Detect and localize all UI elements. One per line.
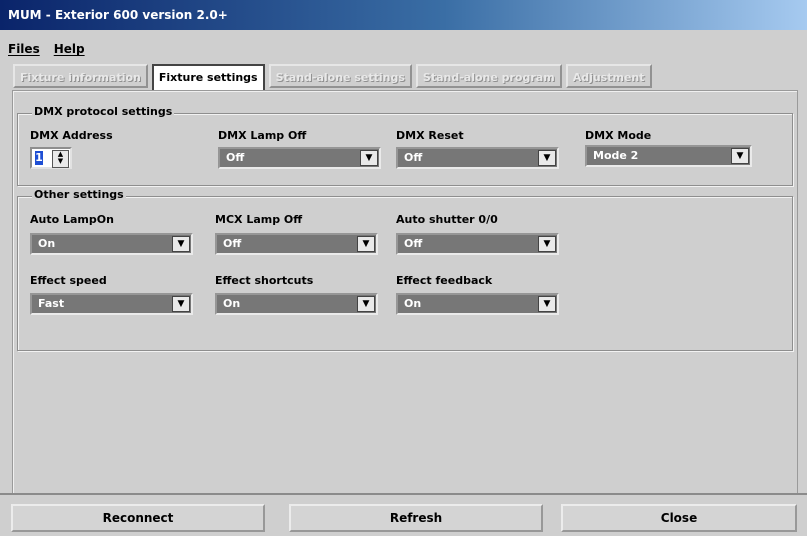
tab-adjustment[interactable]: Adjustment: [565, 64, 652, 88]
auto-shutter-value: Off: [404, 237, 423, 250]
dmx-address-spinner[interactable]: 1 ▲ ▼: [30, 147, 72, 169]
dmx-address-value: 1: [35, 151, 43, 165]
chevron-down-icon[interactable]: ▼: [731, 148, 749, 164]
tab-panel: DMX protocol settings DMX Address 1 ▲ ▼ D…: [12, 90, 798, 512]
dmx-mode-value: Mode 2: [593, 149, 639, 162]
other-group-label: Other settings: [32, 188, 126, 201]
chevron-down-icon[interactable]: ▼: [357, 236, 375, 252]
dmx-lamp-off-label: DMX Lamp Off: [218, 129, 307, 142]
effect-shortcuts-select[interactable]: On ▼: [215, 293, 378, 315]
auto-shutter-label: Auto shutter 0/0: [396, 213, 498, 226]
tab-fixture-settings[interactable]: Fixture settings: [151, 64, 265, 91]
main-window: Files Help Fixture information Fixture s…: [0, 30, 807, 536]
auto-lamp-label: Auto LampOn: [30, 213, 114, 226]
chevron-down-icon[interactable]: ▼: [360, 150, 378, 166]
chevron-down-icon[interactable]: ▼: [357, 296, 375, 312]
auto-shutter-select[interactable]: Off ▼: [396, 233, 559, 255]
chevron-down-icon[interactable]: ▼: [172, 236, 190, 252]
dmx-protocol-group: DMX protocol settings DMX Address 1 ▲ ▼ D…: [17, 105, 793, 186]
dmx-reset-select[interactable]: Off ▼: [396, 147, 559, 169]
tab-stand-alone-settings[interactable]: Stand-alone settings: [268, 64, 412, 88]
effect-speed-value: Fast: [38, 297, 65, 310]
other-settings-group: Other settings Auto LampOn On ▼ MCX Lamp…: [17, 188, 793, 351]
effect-shortcuts-label: Effect shortcuts: [215, 274, 314, 287]
chevron-down-icon[interactable]: ▼: [538, 150, 556, 166]
menu-files[interactable]: Files: [8, 42, 40, 60]
mcx-lamp-off-select[interactable]: Off ▼: [215, 233, 378, 255]
menu-bar: Files Help: [8, 42, 85, 60]
close-button[interactable]: Close: [561, 504, 797, 532]
chevron-down-icon[interactable]: ▼: [538, 296, 556, 312]
spinner-arrows-icon[interactable]: ▲ ▼: [52, 150, 69, 168]
mcx-lamp-off-value: Off: [223, 237, 242, 250]
tab-fixture-information[interactable]: Fixture information: [13, 64, 148, 88]
mcx-lamp-off-label: MCX Lamp Off: [215, 213, 303, 226]
button-bar: Reconnect Refresh Close: [0, 493, 807, 536]
tab-stand-alone-program[interactable]: Stand-alone program: [415, 64, 562, 88]
dmx-lamp-off-value: Off: [226, 151, 245, 164]
dmx-group-label: DMX protocol settings: [32, 105, 175, 118]
reconnect-button[interactable]: Reconnect: [11, 504, 265, 532]
refresh-button[interactable]: Refresh: [289, 504, 543, 532]
window-title: MUM - Exterior 600 version 2.0+: [0, 0, 807, 30]
chevron-down-icon[interactable]: ▼: [538, 236, 556, 252]
dmx-mode-select[interactable]: Mode 2 ▼: [585, 145, 752, 167]
menu-help[interactable]: Help: [54, 42, 85, 60]
dmx-reset-value: Off: [404, 151, 423, 164]
effect-shortcuts-value: On: [223, 297, 241, 310]
tab-bar: Fixture information Fixture settings Sta…: [13, 64, 652, 91]
chevron-down-icon[interactable]: ▼: [172, 296, 190, 312]
auto-lamp-value: On: [38, 237, 56, 250]
effect-feedback-select[interactable]: On ▼: [396, 293, 559, 315]
effect-speed-label: Effect speed: [30, 274, 107, 287]
dmx-reset-label: DMX Reset: [396, 129, 464, 142]
effect-feedback-label: Effect feedback: [396, 274, 493, 287]
dmx-lamp-off-select[interactable]: Off ▼: [218, 147, 381, 169]
auto-lamp-select[interactable]: On ▼: [30, 233, 193, 255]
dmx-mode-label: DMX Mode: [585, 129, 652, 142]
effect-feedback-value: On: [404, 297, 422, 310]
dmx-address-label: DMX Address: [30, 129, 113, 142]
effect-speed-select[interactable]: Fast ▼: [30, 293, 193, 315]
